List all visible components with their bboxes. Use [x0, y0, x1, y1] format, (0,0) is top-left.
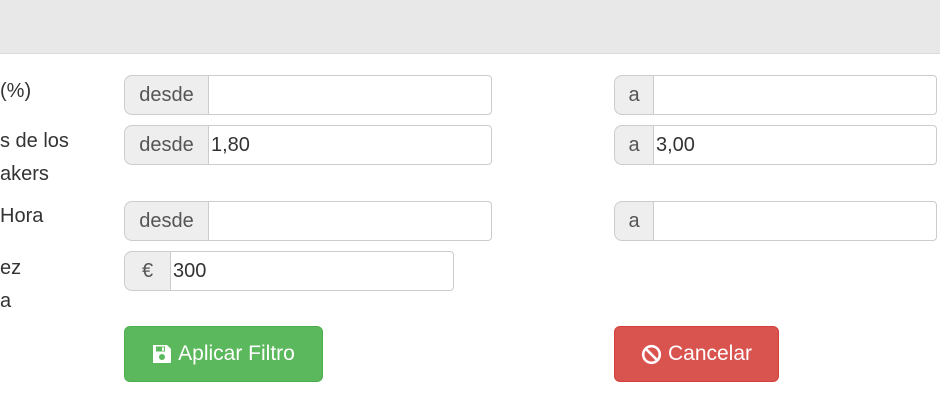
row-1-to-addon: a	[614, 75, 653, 115]
row-1-label: (%)	[0, 80, 32, 102]
row-3-from-group: desde	[124, 201, 492, 241]
row-3-to-group: a	[614, 201, 937, 241]
currency-addon: €	[124, 251, 170, 291]
cancel-label: Cancelar	[667, 342, 753, 365]
amount-input[interactable]	[170, 251, 454, 291]
row-1-to-group: a	[614, 75, 937, 115]
row-2-from-addon: desde	[124, 125, 208, 165]
row-1-to-input[interactable]	[653, 75, 937, 115]
row-3-from-input[interactable]	[208, 201, 492, 241]
row-2-to-group: a	[614, 125, 937, 165]
row-2-label: s de los akers	[0, 130, 69, 185]
floppy-disk-icon	[152, 344, 172, 364]
row-3-from-addon: desde	[124, 201, 208, 241]
row-1-from-group: desde	[124, 75, 492, 115]
row-2-from-group: desde	[124, 125, 492, 165]
cancel-button[interactable]: Cancelar	[614, 326, 779, 382]
amount-row-label: ez a	[0, 257, 22, 312]
row-3-label: Hora	[0, 205, 44, 227]
apply-filter-label: Aplicar Filtro	[178, 342, 295, 365]
row-3-to-input[interactable]	[653, 201, 937, 241]
row-1-from-input[interactable]	[208, 75, 492, 115]
row-3-to-addon: a	[614, 201, 653, 241]
amount-group: €	[124, 251, 454, 291]
row-2-from-input[interactable]	[208, 125, 492, 165]
apply-filter-button[interactable]: Aplicar Filtro	[124, 326, 323, 382]
ban-icon	[641, 344, 662, 365]
row-2-to-input[interactable]	[653, 125, 937, 165]
row-1-from-addon: desde	[124, 75, 208, 115]
row-2-to-addon: a	[614, 125, 653, 165]
modal-header	[0, 0, 940, 54]
